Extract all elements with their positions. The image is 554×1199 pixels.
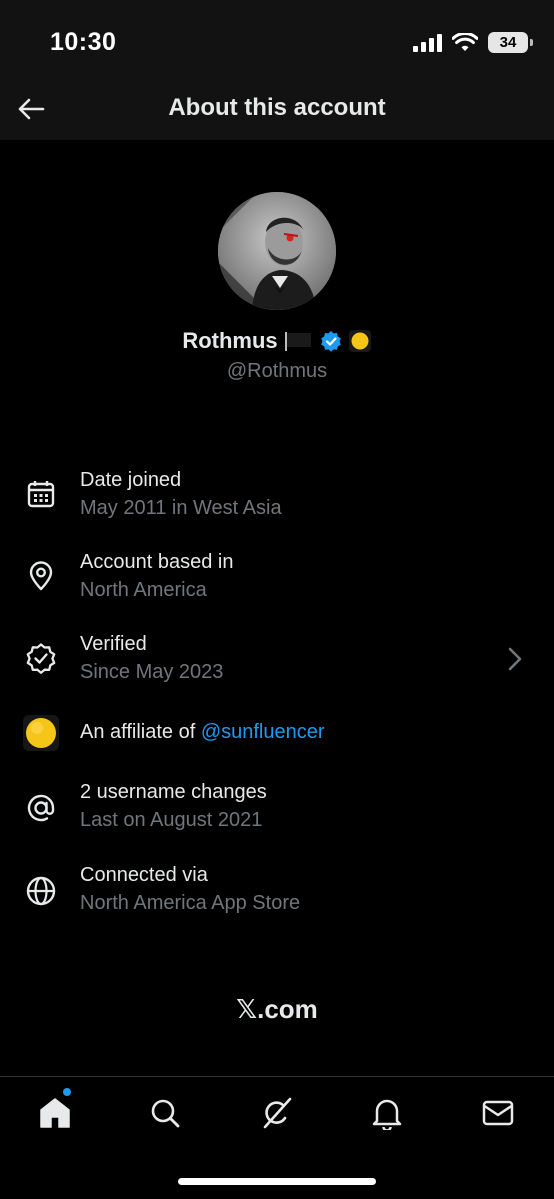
status-bar: 10:30 34: [0, 0, 554, 80]
flag-icon: [284, 332, 311, 351]
account-based-in-title: Account based in: [80, 551, 234, 573]
page-title: About this account: [168, 94, 386, 121]
verified-check-icon: [320, 331, 341, 352]
chevron-right-icon: [508, 647, 522, 671]
search-icon: [151, 1099, 180, 1128]
username-changes-value: Last on August 2021: [80, 809, 263, 831]
status-time: 10:30: [50, 28, 117, 56]
info-text: Connected via North America App Store: [80, 861, 300, 917]
date-joined-value: May 2011 in West Asia: [80, 497, 282, 519]
verified-value: Since May 2023: [80, 661, 224, 683]
affiliate-prefix: An affiliate of: [80, 721, 196, 743]
home-indicator[interactable]: [178, 1178, 376, 1185]
affiliate-link[interactable]: @sunfluencer: [201, 721, 325, 743]
info-text: 2 username changes Last on August 2021: [80, 778, 267, 834]
tab-grok[interactable]: [257, 1093, 297, 1133]
at-sign-icon: [22, 789, 60, 827]
cellular-signal-icon: [413, 33, 442, 52]
messages-icon: [482, 1100, 514, 1126]
account-based-in-value: North America: [80, 579, 207, 601]
connected-via-value: North America App Store: [80, 892, 301, 914]
top-bar: About this account: [0, 80, 554, 140]
connected-via-title: Connected via: [80, 864, 208, 886]
profile-name: Rothmus: [182, 328, 278, 353]
info-text: An affiliate of @sunfluencer: [80, 718, 325, 746]
location-pin-icon: [22, 557, 60, 595]
sun-badge-icon: [22, 714, 60, 752]
x-com-link[interactable]: 𝕏.com: [0, 994, 554, 1025]
username-changes-title: 2 username changes: [80, 781, 267, 803]
calendar-icon: [22, 475, 60, 513]
tab-search[interactable]: [145, 1093, 185, 1133]
affiliate-text: An affiliate of @sunfluencer: [80, 718, 325, 746]
info-row-connected-via: Connected via North America App Store: [0, 861, 554, 917]
home-icon: [40, 1098, 70, 1128]
profile-handle: @Rothmus: [226, 360, 328, 382]
verified-badge-icon: [22, 639, 60, 677]
sun-badge-icon: [348, 330, 371, 352]
tab-home[interactable]: [35, 1093, 75, 1133]
info-row-verified[interactable]: Verified Since May 2023: [0, 630, 554, 686]
tab-notifications[interactable]: [367, 1093, 407, 1133]
status-icons: 34: [413, 32, 533, 53]
tab-messages[interactable]: [478, 1093, 518, 1133]
info-text: Date joined May 2011 in West Asia: [80, 466, 282, 522]
avatar: [218, 192, 336, 310]
info-row-username-changes: 2 username changes Last on August 2021: [0, 778, 554, 834]
verified-title: Verified: [80, 633, 147, 655]
info-text: Account based in North America: [80, 548, 233, 604]
info-text: Verified Since May 2023: [80, 630, 223, 686]
info-row-account-based-in: Account based in North America: [0, 548, 554, 604]
date-joined-title: Date joined: [80, 469, 182, 491]
battery-icon: 34: [488, 32, 533, 53]
notifications-icon: [372, 1099, 402, 1130]
globe-icon: [22, 872, 60, 910]
info-row-date-joined: Date joined May 2011 in West Asia: [0, 466, 554, 522]
profile-name-row: Rothmus: [0, 328, 554, 354]
info-row-affiliate: An affiliate of @sunfluencer: [0, 714, 554, 754]
wifi-icon: [452, 32, 478, 51]
grok-icon: [263, 1097, 292, 1129]
home-notification-dot: [63, 1088, 71, 1096]
